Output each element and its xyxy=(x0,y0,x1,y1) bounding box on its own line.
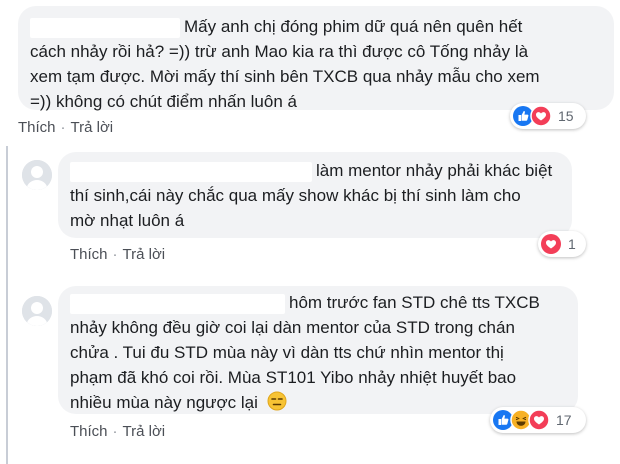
love-icon xyxy=(528,409,550,431)
comment-bubble-2: làm mentor nhảy phải khác biệt thí sinh,… xyxy=(58,152,572,238)
comment-line: mờ nhạt luôn á xyxy=(70,211,185,230)
comment-bubble-1: Mấy anh chị đóng phim dữ quá nên quên hế… xyxy=(18,6,614,111)
comment-actions-1: Thích · Trả lời xyxy=(18,119,114,136)
comment-line: phạm đã khó coi rồi. Mùa ST101 Yibo nhảy… xyxy=(70,368,517,387)
comment-line: làm mentor nhảy phải khác biệt xyxy=(70,158,560,183)
reaction-count: 17 xyxy=(556,412,572,428)
thread-line xyxy=(6,146,8,464)
avatar xyxy=(22,160,52,190)
comment-line: Mấy anh chị đóng phim dữ quá nên quên hế… xyxy=(30,14,602,39)
redacted-author-name xyxy=(70,293,285,314)
comment-actions-2: Thích · Trả lời xyxy=(70,246,166,263)
comment-line: cách nhảy rồi hả? =)) trừ anh Mao kia ra… xyxy=(30,42,529,61)
expressionless-emoji xyxy=(267,391,287,418)
redacted-author-name xyxy=(30,17,180,38)
love-icon xyxy=(540,233,562,255)
love-icon xyxy=(530,105,552,127)
reaction-count: 1 xyxy=(568,236,576,252)
comment-bubble-3: hôm trước fan STD chê tts TXCB nhảy khôn… xyxy=(58,286,578,414)
redacted-author-name xyxy=(70,161,312,182)
like-link[interactable]: Thích xyxy=(70,423,108,440)
comment-line: nhảy không đều giờ coi lại dàn mentor củ… xyxy=(70,318,515,337)
reply-link[interactable]: Trả lời xyxy=(71,119,114,136)
reaction-summary-2[interactable]: 1 xyxy=(538,231,586,257)
comment-actions-3: Thích · Trả lời xyxy=(70,423,166,440)
reaction-summary-3[interactable]: 17 xyxy=(490,407,586,433)
reply-link[interactable]: Trả lời xyxy=(123,246,166,263)
avatar xyxy=(22,296,52,326)
like-link[interactable]: Thích xyxy=(18,119,56,136)
comment-line: chửa . Tui đu STD mùa này vì dàn tts chứ… xyxy=(70,343,504,362)
reaction-summary-1[interactable]: 15 xyxy=(510,103,586,129)
comment-line: hôm trước fan STD chê tts TXCB xyxy=(70,290,566,315)
reaction-count: 15 xyxy=(558,108,574,124)
comment-line: xem tạm được. Mời mấy thí sinh bên TXCB … xyxy=(30,67,540,86)
like-link[interactable]: Thích xyxy=(70,246,108,263)
comment-thread: Mấy anh chị đóng phim dữ quá nên quên hế… xyxy=(0,0,620,464)
reply-link[interactable]: Trả lời xyxy=(123,423,166,440)
comment-line: thí sinh,cái này chắc qua mấy show khác … xyxy=(70,186,521,205)
